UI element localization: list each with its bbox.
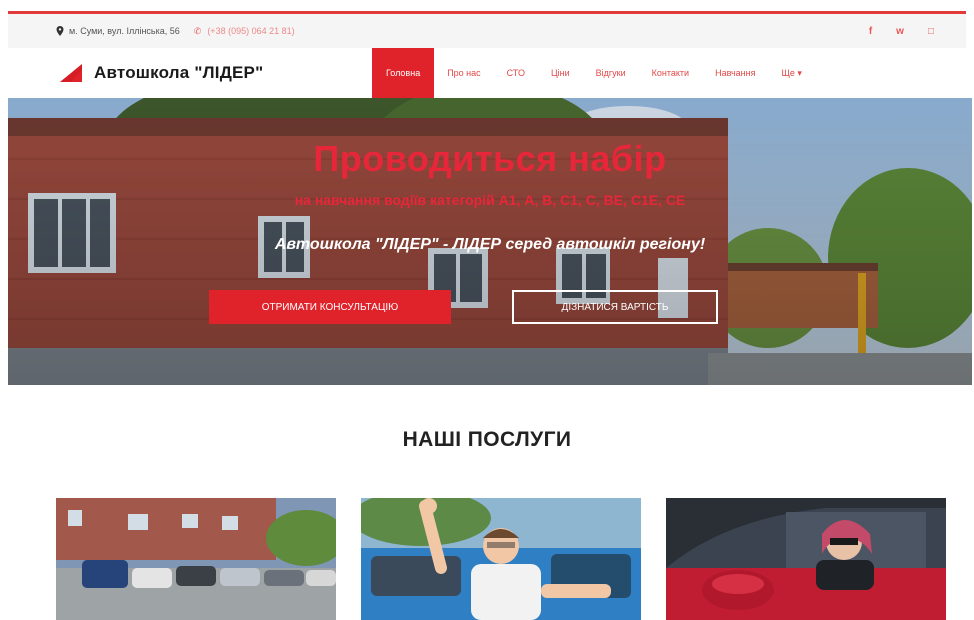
services-title: НАШІ ПОСЛУГИ [402, 428, 572, 451]
nav-item-training[interactable]: Навчання [702, 48, 768, 98]
instagram-icon[interactable]: □ [928, 26, 934, 37]
main-navbar: Автошкола "ЛІДЕР" Головна Про нас СТО Ці… [8, 48, 966, 98]
location-pin-icon [56, 26, 64, 36]
nav-item-reviews[interactable]: Відгуки [583, 48, 639, 98]
phone-block[interactable]: ✆ (+38 (095) 064 21 81) [194, 26, 295, 37]
nav-item-about[interactable]: Про нас [434, 48, 493, 98]
site-logo[interactable]: Автошкола "ЛІДЕР" [60, 63, 263, 83]
service-card-woman[interactable] [666, 498, 946, 620]
hero-subtitle: на навчання водіїв категорій А1, А, В, С… [294, 192, 686, 208]
nav-item-service-station[interactable]: СТО [494, 48, 538, 98]
top-info-bar: м. Суми, вул. Іллінська, 56 ✆ (+38 (095)… [8, 14, 966, 48]
vk-icon[interactable]: w [896, 26, 904, 37]
get-consultation-button[interactable]: Отримати консультацію [209, 290, 451, 324]
nav-item-more[interactable]: Ще ▾ [768, 48, 814, 98]
nav-item-contacts[interactable]: Контакти [639, 48, 702, 98]
logo-triangle-icon [60, 64, 82, 82]
happy-driver-photo-icon [361, 498, 641, 620]
hero-banner: Проводиться набір на навчання водіїв кат… [8, 98, 972, 385]
service-card-driver[interactable] [361, 498, 641, 620]
hero-tagline: Автошкола "ЛІДЕР" - ЛІДЕР серед автошкіл… [274, 236, 706, 253]
find-price-button[interactable]: Дізнатися вартість [512, 290, 718, 324]
logo-text[interactable]: Автошкола "ЛІДЕР" [94, 63, 263, 83]
hero-title: Проводиться набір [313, 138, 667, 179]
phone-icon: ✆ [193, 25, 202, 36]
social-links: f w □ [869, 26, 934, 37]
nav-item-prices[interactable]: Ціни [538, 48, 583, 98]
parking-lot-photo-icon [56, 498, 336, 620]
woman-in-car-photo-icon [666, 498, 946, 620]
address-text: м. Суми, вул. Іллінська, 56 [69, 26, 180, 36]
facebook-icon[interactable]: f [869, 26, 872, 37]
phone-text[interactable]: (+38 (095) 064 21 81) [207, 26, 294, 36]
main-menu: Головна Про нас СТО Ціни Відгуки Контакт… [372, 48, 815, 98]
address-block: м. Суми, вул. Іллінська, 56 [56, 26, 180, 36]
nav-item-home[interactable]: Головна [372, 48, 435, 98]
services-cards [56, 498, 946, 620]
service-card-parking[interactable] [56, 498, 336, 620]
